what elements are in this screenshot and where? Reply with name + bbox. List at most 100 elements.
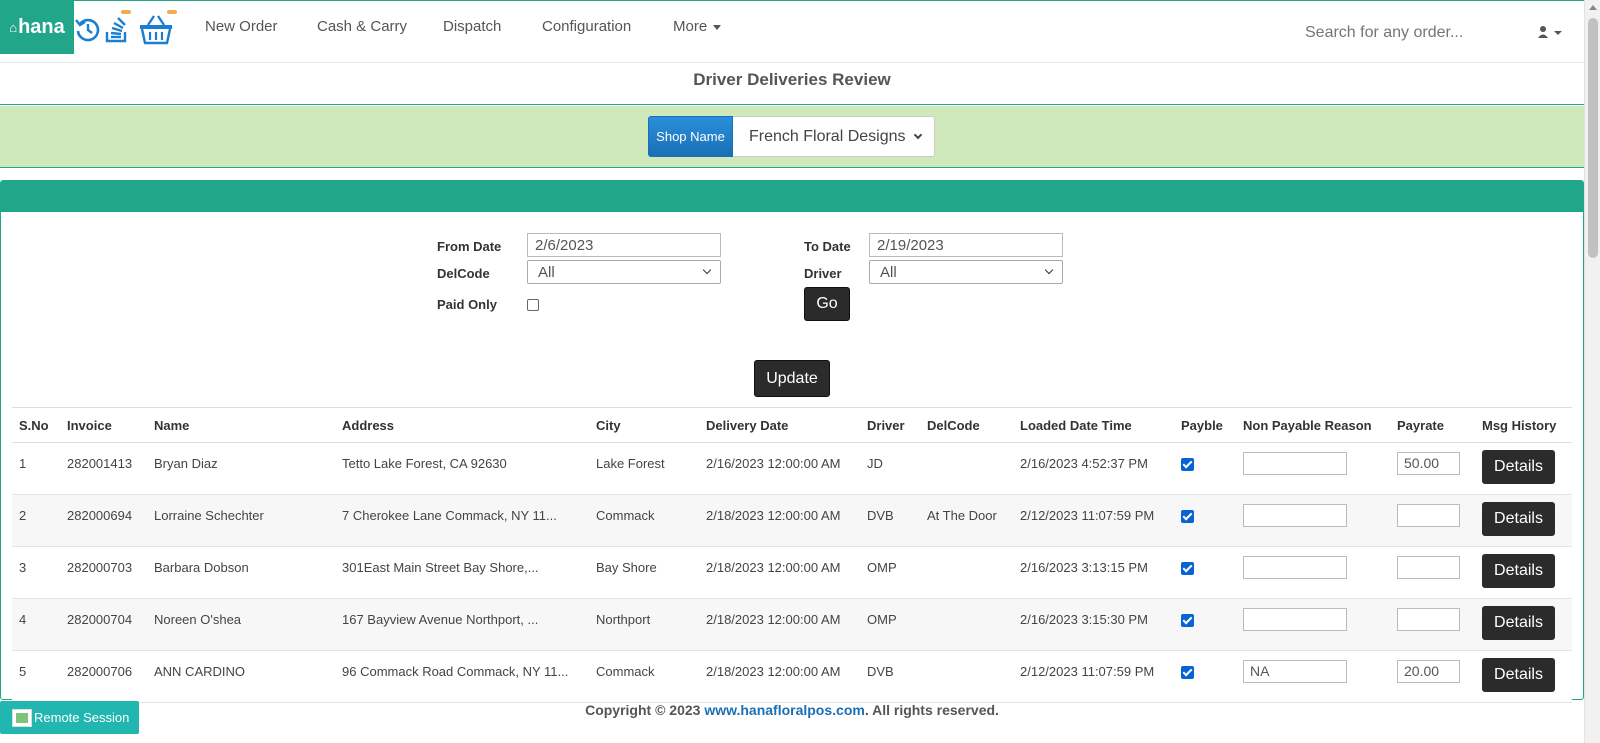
nav-configuration[interactable]: Configuration [542,18,631,35]
cell-loaded-date-time: 2/12/2023 11:07:59 PM [1013,650,1174,703]
nav-cash-and-carry[interactable]: Cash & Carry [317,18,407,35]
shop-name-dropdown[interactable]: French Floral Designs [733,116,935,157]
cell-delivery-date: 2/18/2023 12:00:00 AM [699,598,860,651]
scrollbar-thumb[interactable] [1588,18,1598,258]
home-icon: ⌂ [9,20,18,35]
delcode-select[interactable]: All [527,260,721,284]
cell-payable [1174,650,1236,703]
payrate-input[interactable]: 50.00 [1397,452,1460,475]
cell-city: Commack [589,494,699,547]
details-button[interactable]: Details [1482,450,1555,484]
payable-checkbox[interactable] [1181,614,1194,627]
cell-payrate [1390,546,1475,599]
non-payable-reason-input[interactable] [1243,504,1347,527]
cell-non-payable-reason [1236,494,1390,547]
cell-address: 96 Commack Road Commack, NY 11... [335,650,589,703]
go-button[interactable]: Go [804,287,850,321]
details-button[interactable]: Details [1482,606,1555,640]
cell-loaded-date-time: 2/16/2023 3:15:30 PM [1013,598,1174,651]
payrate-input[interactable] [1397,608,1460,631]
table-header-row: S.No Invoice Name Address City Delivery … [12,407,1572,443]
cell-invoice: 282000703 [60,546,147,599]
col-sno: S.No [12,407,60,443]
payable-checkbox[interactable] [1181,510,1194,523]
driver-label: Driver [804,266,842,281]
table-row: 3 282000703 Barbara Dobson 301East Main Str… [12,546,1572,599]
search-input[interactable] [1305,21,1500,45]
payrate-input[interactable] [1397,556,1460,579]
cell-driver: DVB [860,650,920,703]
to-date-input[interactable] [869,233,1063,257]
payable-checkbox[interactable] [1181,458,1194,471]
table-row: 1 282001413 Bryan Diaz Tetto Lake Forest, C… [12,442,1572,495]
footer-rights: . All rights reserved. [864,702,999,718]
cell-loaded-date-time: 2/16/2023 4:52:37 PM [1013,442,1174,495]
nav-more[interactable]: More [673,18,722,35]
shop-selector: Shop Name French Floral Designs [648,116,935,157]
payable-checkbox[interactable] [1181,666,1194,679]
from-date-input[interactable] [527,233,721,257]
user-menu[interactable] [1538,25,1564,44]
col-msg-history: Msg History [1475,407,1572,443]
cell-payable [1174,494,1236,547]
cell-city: Northport [589,598,699,651]
non-payable-reason-input[interactable]: NA [1243,660,1347,683]
footer: Copyright © 2023 www.hanafloralpos.com. … [0,702,1584,718]
non-payable-reason-input[interactable] [1243,452,1347,475]
details-button[interactable]: Details [1482,502,1555,536]
cell-msg-history: Details [1475,598,1572,651]
details-button[interactable]: Details [1482,658,1555,692]
deliveries-table: S.No Invoice Name Address City Delivery … [12,407,1572,703]
chevron-down-icon [702,265,712,275]
cell-city: Lake Forest [589,442,699,495]
cell-delcode [920,442,1013,495]
footer-link[interactable]: www.hanafloralpos.com [704,702,865,718]
payrate-input[interactable] [1397,504,1460,527]
to-date-label: To Date [804,239,851,254]
cell-name: Barbara Dobson [147,546,335,599]
hana-logo[interactable]: ⌂ hana [0,1,74,54]
divider [0,104,1584,105]
panel-header [1,181,1583,212]
col-name: Name [147,407,335,443]
vertical-scrollbar[interactable] [1584,0,1600,743]
payrate-input[interactable]: 20.00 [1397,660,1460,683]
cell-address: 301East Main Street Bay Shore,... [335,546,589,599]
history-icon[interactable] [74,11,100,47]
cell-payable [1174,442,1236,495]
basket-icon[interactable] [138,11,174,47]
cell-payrate: 50.00 [1390,442,1475,495]
nav-dispatch[interactable]: Dispatch [443,18,501,35]
cell-loaded-date-time: 2/12/2023 11:07:59 PM [1013,494,1174,547]
footer-copyright: Copyright © 2023 [585,702,705,718]
shop-selector-band: Shop Name French Floral Designs [0,106,1584,168]
remote-session-button[interactable]: Remote Session [0,701,139,734]
non-payable-reason-input[interactable] [1243,608,1347,631]
cell-payrate [1390,598,1475,651]
driver-select[interactable]: All [869,260,1063,284]
cell-loaded-date-time: 2/16/2023 3:13:15 PM [1013,546,1174,599]
update-button[interactable]: Update [754,360,830,397]
cell-msg-history: Details [1475,442,1572,495]
cell-delivery-date: 2/18/2023 12:00:00 AM [699,546,860,599]
col-payable: Payble [1174,407,1236,443]
shop-name-value: French Floral Designs [749,127,906,145]
chevron-down-icon [913,130,922,139]
cell-driver: JD [860,442,920,495]
payable-checkbox[interactable] [1181,562,1194,575]
paid-only-checkbox[interactable] [527,299,539,311]
cell-sno: 3 [12,546,60,599]
notification-indicator [121,10,131,14]
cell-name: Noreen O'shea [147,598,335,651]
cell-delcode: At The Door [920,494,1013,547]
col-payrate: Payrate [1390,407,1475,443]
scroll-up-icon[interactable] [1589,5,1597,10]
cell-non-payable-reason: NA [1236,650,1390,703]
col-invoice: Invoice [60,407,147,443]
driver-value: All [880,263,897,281]
stack-overflow-icon[interactable] [104,11,130,47]
col-delcode: DelCode [920,407,1013,443]
nav-new-order[interactable]: New Order [205,18,278,35]
details-button[interactable]: Details [1482,554,1555,588]
non-payable-reason-input[interactable] [1243,556,1347,579]
